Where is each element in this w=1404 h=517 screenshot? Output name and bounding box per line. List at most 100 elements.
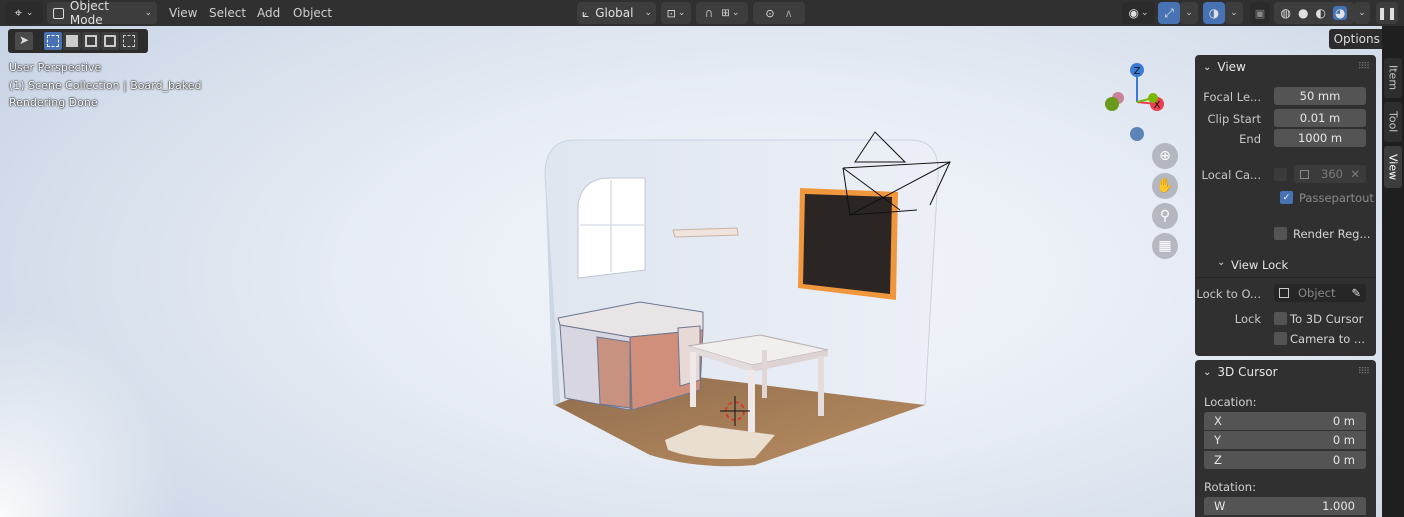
blackboard bbox=[803, 194, 892, 294]
pivot-point-dropdown[interactable]: ⊡ ⌄ bbox=[661, 2, 691, 24]
lock-label: Lock bbox=[1234, 312, 1261, 326]
shading-dropdown[interactable]: ⌄ bbox=[1354, 2, 1370, 24]
tab-view[interactable]: View bbox=[1384, 146, 1402, 188]
view-lock-header[interactable]: ⌄ View Lock bbox=[1195, 255, 1376, 275]
menu-object[interactable]: Object bbox=[293, 4, 332, 22]
visibility-dropdown[interactable]: ◉ ⌄ bbox=[1122, 2, 1155, 24]
x-label: X bbox=[1214, 414, 1222, 428]
clip-end-field[interactable]: 1000 m bbox=[1274, 129, 1366, 147]
3d-viewport-icon: ⌖ bbox=[14, 5, 22, 21]
3d-cursor-panel-header[interactable]: ⌄ 3D Cursor ⠿⠿ bbox=[1195, 360, 1376, 384]
pause-render-button[interactable]: ❚❚ bbox=[1376, 2, 1398, 24]
object-mode-icon bbox=[53, 7, 64, 19]
hand-icon: ✋ bbox=[1156, 178, 1174, 194]
local-camera-field[interactable]: 360 ✕ bbox=[1294, 165, 1366, 183]
lock-to-object-placeholder: Object bbox=[1298, 286, 1336, 300]
object-icon bbox=[1279, 288, 1289, 298]
chevron-down-icon: ⌄ bbox=[1203, 366, 1212, 378]
render-region-checkbox[interactable] bbox=[1274, 227, 1287, 240]
snap-toggle[interactable]: ∩ ⊞ ⌄ bbox=[696, 2, 748, 24]
view-panel-header[interactable]: ⌄ View ⠿⠿ bbox=[1195, 55, 1376, 79]
lock-to-cursor-checkbox[interactable] bbox=[1274, 312, 1287, 325]
close-icon[interactable]: ✕ bbox=[1350, 167, 1360, 181]
scene-render bbox=[544, 131, 951, 467]
cursor-w-field[interactable]: W 1.000 bbox=[1204, 497, 1366, 515]
camera-icon: ⚲ bbox=[1159, 208, 1171, 224]
3d-cursor-panel: ⌄ 3D Cursor ⠿⠿ Location: X 0 m Y 0 m Z 0… bbox=[1195, 360, 1376, 517]
axis-gizmo[interactable]: Z X bbox=[1100, 58, 1170, 143]
menu-select[interactable]: Select bbox=[209, 4, 246, 22]
falloff-icon: ∧ bbox=[784, 6, 793, 20]
camera-view-button[interactable]: ⚲ bbox=[1152, 203, 1178, 229]
neg-y-axis-handle[interactable] bbox=[1105, 97, 1119, 111]
3d-viewport[interactable]: ➤ Options⌄ User Perspective (1) Scene Co… bbox=[0, 26, 1404, 517]
focal-length-label: Focal Le... bbox=[1203, 90, 1261, 104]
shading-mode-group: ◍ ● ◐ ◕ bbox=[1274, 2, 1354, 24]
wireframe-shading-icon[interactable]: ◍ bbox=[1281, 6, 1291, 20]
magnet-icon: ∩ bbox=[704, 6, 714, 20]
zoom-button[interactable]: ⊕ bbox=[1152, 143, 1178, 169]
z-label: Z bbox=[1214, 453, 1222, 467]
view-panel: ⌄ View ⠿⠿ Focal Le... 50 mm Clip Start 0… bbox=[1195, 55, 1376, 356]
xray-toggle[interactable]: ▣ bbox=[1250, 2, 1270, 24]
lock-to-object-field[interactable]: Object ✎ bbox=[1274, 284, 1366, 302]
gizmo-toggle[interactable]: ⤢ bbox=[1158, 2, 1180, 24]
camera-object-icon bbox=[1300, 169, 1309, 179]
perspective-toggle-button[interactable]: ▦ bbox=[1152, 233, 1178, 259]
editor-type-button[interactable]: ⌖ ⌄ bbox=[5, 2, 43, 24]
y-label: Y bbox=[1214, 433, 1222, 447]
local-camera-value: 360 bbox=[1321, 167, 1343, 181]
clip-start-field[interactable]: 0.01 m bbox=[1274, 109, 1366, 127]
tab-tool[interactable]: Tool bbox=[1384, 102, 1402, 142]
cursor-x-field[interactable]: X 0 m bbox=[1204, 412, 1366, 430]
solid-shading-icon[interactable]: ● bbox=[1298, 6, 1308, 20]
pivot-icon: ⊡ bbox=[666, 6, 676, 20]
local-camera-label: Local Ca... bbox=[1201, 168, 1261, 182]
overlays-toggle[interactable]: ◑ bbox=[1203, 2, 1225, 24]
cursor-y-field[interactable]: Y 0 m bbox=[1204, 431, 1366, 449]
zoom-icon: ⊕ bbox=[1159, 148, 1171, 164]
focal-length-field[interactable]: 50 mm bbox=[1274, 87, 1366, 105]
snap-target-icon: ⊞ bbox=[721, 7, 730, 19]
rendered-shading-icon[interactable]: ◕ bbox=[1333, 6, 1348, 20]
proportional-editing-toggle[interactable]: ⊙ ∧ bbox=[753, 2, 805, 24]
menu-view[interactable]: View bbox=[169, 4, 197, 22]
pan-button[interactable]: ✋ bbox=[1152, 173, 1178, 199]
z-axis-label: Z bbox=[1134, 66, 1141, 77]
lock-to-cursor-label: To 3D Cursor bbox=[1290, 312, 1364, 326]
menu-add[interactable]: Add bbox=[257, 4, 280, 22]
sidebar-tabs: Item Tool View bbox=[1382, 26, 1404, 517]
gizmo-dropdown[interactable]: ⌄ bbox=[1180, 2, 1198, 24]
tab-item[interactable]: Item bbox=[1384, 58, 1402, 98]
clip-start-label: Clip Start bbox=[1207, 112, 1261, 126]
passepartout-checkbox[interactable]: ✓ bbox=[1280, 191, 1293, 204]
rotation-label: Rotation: bbox=[1204, 480, 1256, 494]
x-value: 0 m bbox=[1332, 414, 1355, 428]
xray-icon: ▣ bbox=[1254, 6, 1266, 20]
transform-orientation-dropdown[interactable]: ⟀ Global ⌄ bbox=[577, 2, 656, 24]
y-value: 0 m bbox=[1332, 433, 1355, 447]
panel-title: 3D Cursor bbox=[1217, 365, 1278, 379]
cursor-z-field[interactable]: Z 0 m bbox=[1204, 451, 1366, 469]
viewport-header: ⌖ ⌄ Object Mode ⌄ View Select Add Object … bbox=[0, 0, 1404, 27]
drag-handle-icon[interactable]: ⠿⠿ bbox=[1358, 367, 1370, 377]
proportional-editing-icon: ⊙ bbox=[765, 6, 775, 20]
w-label: W bbox=[1214, 499, 1226, 513]
mode-dropdown[interactable]: Object Mode ⌄ bbox=[47, 0, 157, 27]
drag-handle-icon[interactable]: ⠿⠿ bbox=[1358, 62, 1370, 72]
neg-z-axis-handle[interactable] bbox=[1130, 127, 1144, 141]
render-region-label: Render Reg... bbox=[1293, 227, 1371, 241]
local-camera-checkbox[interactable] bbox=[1274, 168, 1287, 181]
chevron-down-icon: ⌄ bbox=[144, 8, 152, 18]
passepartout-label: Passepartout bbox=[1299, 191, 1374, 205]
overlays-dropdown[interactable]: ⌄ bbox=[1225, 2, 1243, 24]
y-axis-handle[interactable] bbox=[1148, 93, 1158, 103]
grid-icon: ▦ bbox=[1158, 238, 1172, 254]
w-value: 1.000 bbox=[1322, 499, 1355, 513]
eyedropper-icon[interactable]: ✎ bbox=[1351, 286, 1361, 300]
mode-label: Object Mode bbox=[69, 0, 109, 27]
material-preview-shading-icon[interactable]: ◐ bbox=[1316, 6, 1326, 20]
lock-camera-to-view-checkbox[interactable] bbox=[1274, 332, 1287, 345]
location-label: Location: bbox=[1204, 395, 1257, 409]
clip-end-label: End bbox=[1239, 132, 1261, 146]
